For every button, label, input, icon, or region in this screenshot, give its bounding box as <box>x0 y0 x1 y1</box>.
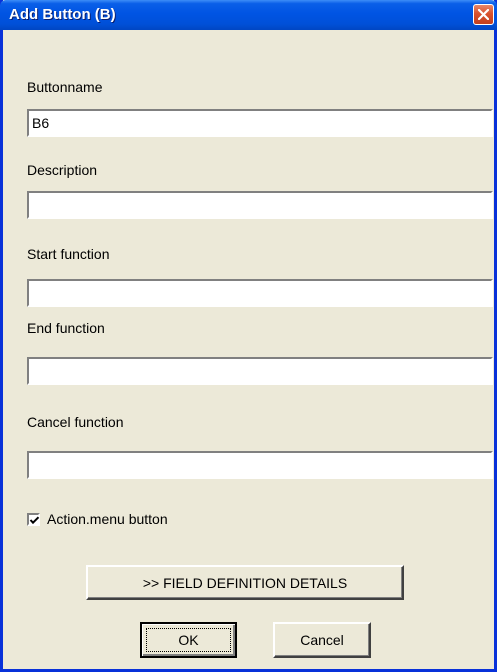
checkmark-icon <box>29 516 40 525</box>
description-input[interactable] <box>27 191 493 219</box>
dialog-window: Add Button (B) Buttonname Description St… <box>0 0 497 672</box>
end-function-input[interactable] <box>27 357 493 385</box>
ok-button[interactable]: OK <box>140 622 237 658</box>
cancel-button[interactable]: Cancel <box>273 622 371 658</box>
cancel-function-input[interactable] <box>27 451 493 479</box>
action-menu-label: Action.menu button <box>47 511 168 527</box>
close-icon <box>478 9 489 20</box>
buttonname-input[interactable] <box>27 109 493 137</box>
ok-label: OK <box>178 632 199 648</box>
buttonname-label: Buttonname <box>27 79 103 95</box>
close-button[interactable] <box>473 4 494 25</box>
description-label: Description <box>27 162 98 178</box>
start-function-input[interactable] <box>27 279 493 307</box>
action-menu-checkbox[interactable] <box>27 513 40 526</box>
start-function-label: Start function <box>27 246 110 262</box>
title-bar[interactable]: Add Button (B) <box>0 0 497 30</box>
field-definition-details-label: >> FIELD DEFINITION DETAILS <box>142 574 348 591</box>
field-definition-details-button[interactable]: >> FIELD DEFINITION DETAILS <box>86 565 404 600</box>
cancel-function-label: Cancel function <box>27 414 124 430</box>
end-function-label: End function <box>27 320 105 336</box>
window-title: Add Button (B) <box>9 6 116 23</box>
cancel-label: Cancel <box>300 632 344 648</box>
